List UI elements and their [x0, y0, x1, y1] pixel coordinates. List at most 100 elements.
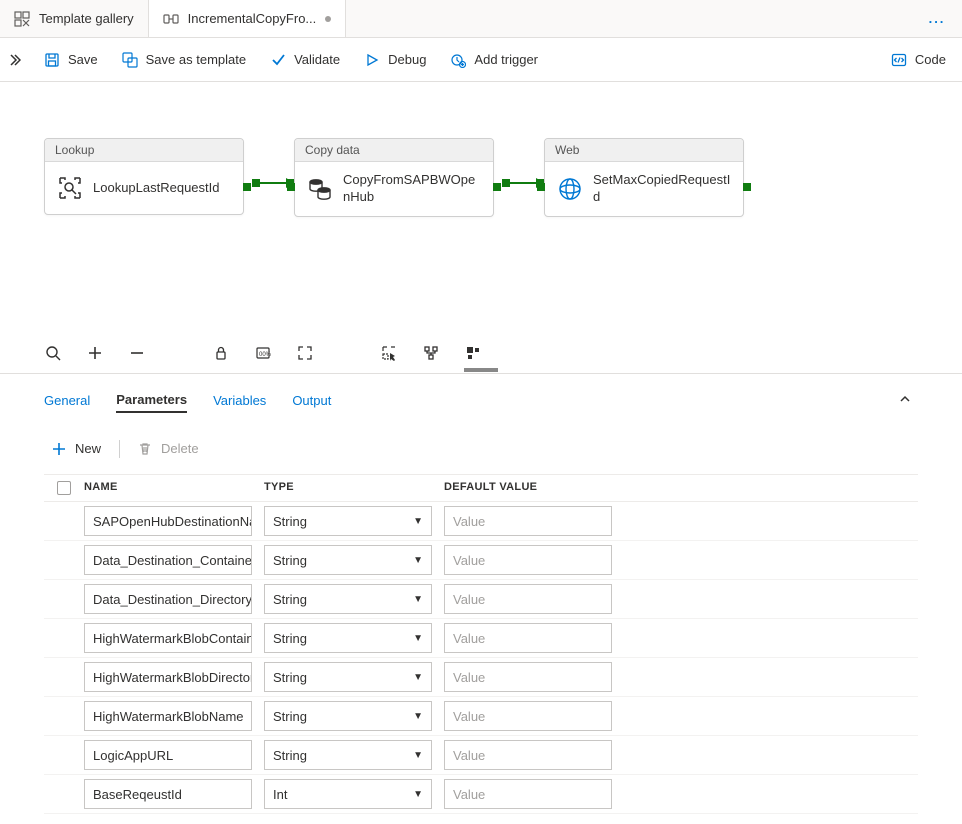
param-name-input[interactable]: LogicAppURL	[84, 740, 252, 770]
input-port-icon[interactable]	[537, 183, 545, 191]
pipeline-canvas[interactable]: Lookup LookupLastRequestId Copy data Cop…	[0, 82, 962, 370]
input-port-icon[interactable]	[287, 183, 295, 191]
select-all-checkbox[interactable]	[57, 481, 71, 495]
add-trigger-label: Add trigger	[474, 52, 538, 67]
param-type-select[interactable]: String▼	[264, 584, 432, 614]
validate-button[interactable]: Validate	[260, 46, 350, 74]
save-button[interactable]: Save	[34, 46, 108, 74]
canvas-map-button[interactable]	[464, 344, 482, 362]
output-port-icon[interactable]	[493, 183, 501, 191]
col-default: Default value	[444, 481, 712, 495]
canvas-search-button[interactable]	[44, 344, 62, 362]
web-icon	[557, 176, 583, 202]
col-type: Type	[264, 481, 444, 495]
param-value-input[interactable]: Value	[444, 545, 612, 575]
parameters-toolbar: New Delete	[0, 421, 962, 474]
delete-parameter-button: Delete	[130, 437, 207, 460]
properties-pane: General Parameters Variables Output New …	[0, 374, 962, 814]
param-value-input[interactable]: Value	[444, 740, 612, 770]
tab-incremental-copy[interactable]: IncrementalCopyFro...	[149, 0, 347, 37]
param-name-input[interactable]: Data_Destination_Directory	[84, 584, 252, 614]
activity-copy-data[interactable]: Copy data CopyFromSAPBWOpenHub	[294, 138, 494, 217]
tab-template-gallery[interactable]: Template gallery	[0, 0, 149, 37]
save-template-icon	[122, 52, 138, 68]
chevron-down-icon: ▼	[413, 516, 423, 527]
chevron-down-icon: ▼	[413, 633, 423, 644]
param-type-select[interactable]: String▼	[264, 506, 432, 536]
param-name-input[interactable]: Data_Destination_Container	[84, 545, 252, 575]
activity-name: CopyFromSAPBWOpenHub	[343, 172, 481, 206]
save-as-template-button[interactable]: Save as template	[112, 46, 256, 74]
add-trigger-button[interactable]: Add trigger	[440, 46, 548, 74]
param-name-input[interactable]: BaseReqeustId	[84, 779, 252, 809]
activity-lookup[interactable]: Lookup LookupLastRequestId	[44, 138, 244, 215]
pane-splitter[interactable]	[0, 370, 962, 374]
debug-button[interactable]: Debug	[354, 46, 436, 74]
canvas-lock-button[interactable]	[212, 344, 230, 362]
table-row: HighWatermarkBlobName String▼ Value	[44, 697, 918, 736]
activity-web[interactable]: Web SetMaxCopiedRequestId	[544, 138, 744, 217]
chevron-down-icon: ▼	[413, 594, 423, 605]
validate-icon	[270, 52, 286, 68]
param-name-input[interactable]: HighWatermarkBlobContainer	[84, 623, 252, 653]
parameters-table: Name Type Default value SAPOpenHubDestin…	[0, 474, 962, 814]
debug-label: Debug	[388, 52, 426, 67]
param-type-select[interactable]: Int▼	[264, 779, 432, 809]
param-value-input[interactable]: Value	[444, 623, 612, 653]
code-button[interactable]: Code	[881, 46, 956, 74]
param-type-select[interactable]: String▼	[264, 740, 432, 770]
param-value-input[interactable]: Value	[444, 779, 612, 809]
collapse-pane-button[interactable]	[892, 386, 918, 415]
canvas-multiselect-button[interactable]	[380, 344, 398, 362]
param-name-input[interactable]: SAPOpenHubDestinationName	[84, 506, 252, 536]
canvas-zoom-percent-button[interactable]: 00%	[254, 344, 272, 362]
param-value-input[interactable]: Value	[444, 662, 612, 692]
separator	[119, 440, 120, 458]
svg-text:00%: 00%	[259, 352, 271, 358]
activity-name: SetMaxCopiedRequestId	[593, 172, 731, 206]
param-value-input[interactable]: Value	[444, 584, 612, 614]
expand-sidebar-button[interactable]	[0, 38, 28, 82]
lookup-icon	[57, 175, 83, 201]
dirty-indicator-icon	[325, 16, 331, 22]
param-type-select[interactable]: String▼	[264, 662, 432, 692]
properties-tabs: General Parameters Variables Output	[0, 374, 962, 421]
validate-label: Validate	[294, 52, 340, 67]
debug-icon	[364, 52, 380, 68]
tab-variables[interactable]: Variables	[213, 389, 266, 412]
table-header: Name Type Default value	[44, 474, 918, 502]
trash-icon	[138, 442, 152, 456]
param-type-select[interactable]: String▼	[264, 545, 432, 575]
col-name: Name	[84, 481, 264, 495]
output-port-icon[interactable]	[743, 183, 751, 191]
output-port-icon[interactable]	[243, 183, 251, 191]
chevron-down-icon: ▼	[413, 711, 423, 722]
param-value-input[interactable]: Value	[444, 506, 612, 536]
new-label: New	[75, 441, 101, 456]
activity-type-label: Copy data	[295, 139, 493, 162]
save-icon	[44, 52, 60, 68]
canvas-fit-button[interactable]	[296, 344, 314, 362]
tab-general[interactable]: General	[44, 389, 90, 412]
activity-type-label: Web	[545, 139, 743, 162]
param-type-select[interactable]: String▼	[264, 623, 432, 653]
document-tab-bar: Template gallery IncrementalCopyFro... .…	[0, 0, 962, 38]
toolbar: Save Save as template Validate Debug Add…	[0, 38, 962, 82]
plus-icon	[52, 442, 66, 456]
activity-type-label: Lookup	[45, 139, 243, 162]
tab-overflow-button[interactable]: ...	[912, 0, 962, 37]
tab-output[interactable]: Output	[292, 389, 331, 412]
param-name-input[interactable]: HighWatermarkBlobName	[84, 701, 252, 731]
template-gallery-icon	[14, 11, 30, 27]
param-type-select[interactable]: String▼	[264, 701, 432, 731]
param-value-input[interactable]: Value	[444, 701, 612, 731]
canvas-remove-button[interactable]	[128, 344, 146, 362]
canvas-align-button[interactable]	[422, 344, 440, 362]
param-name-input[interactable]: HighWatermarkBlobDirectory	[84, 662, 252, 692]
new-parameter-button[interactable]: New	[44, 437, 109, 460]
save-label: Save	[68, 52, 98, 67]
copy-data-icon	[307, 176, 333, 202]
tab-parameters[interactable]: Parameters	[116, 388, 187, 413]
save-as-template-label: Save as template	[146, 52, 246, 67]
canvas-add-button[interactable]	[86, 344, 104, 362]
